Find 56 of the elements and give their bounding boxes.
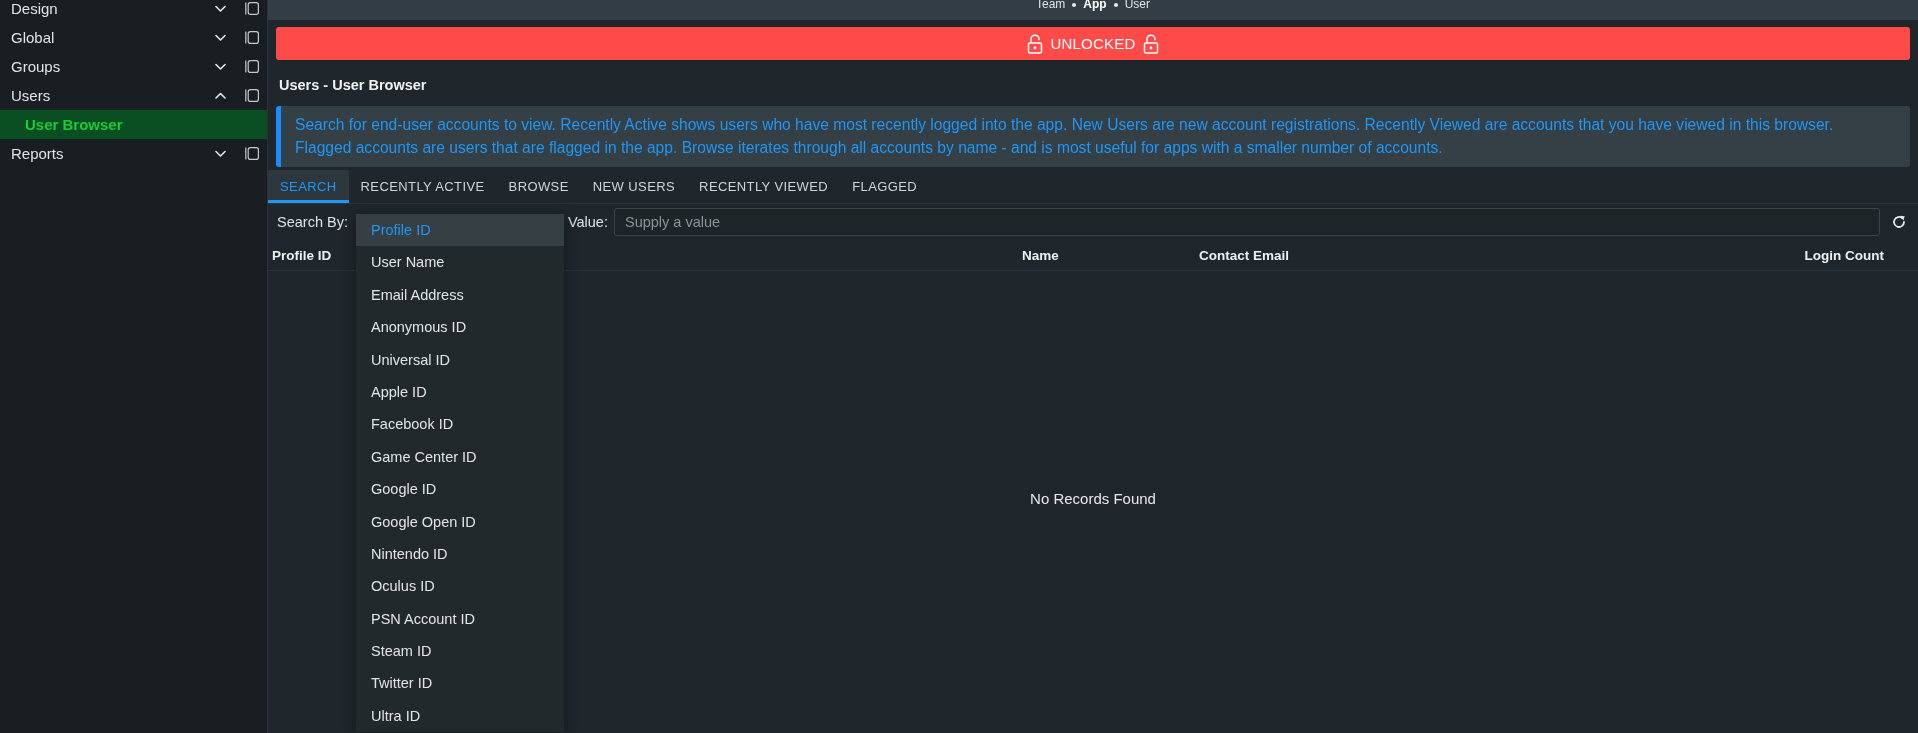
panel-icon[interactable]: [245, 31, 259, 44]
column-header: Profile ID: [272, 247, 332, 263]
chevron-down-icon[interactable]: [215, 62, 226, 71]
chevron-down-icon[interactable]: [215, 149, 226, 158]
panel-icon[interactable]: [245, 89, 259, 102]
padlock-open-icon: [1026, 33, 1043, 54]
search-by-label: Search By:: [277, 214, 348, 230]
dropdown-option[interactable]: Steam ID: [356, 635, 564, 668]
bullet-icon: [1113, 2, 1118, 7]
panel-icon[interactable]: [245, 2, 259, 15]
panel-icon[interactable]: [245, 147, 259, 160]
sidebar-item[interactable]: Global: [0, 23, 267, 52]
value-input-field[interactable]: Supply a value: [613, 208, 1880, 236]
empty-message: No Records Found: [1030, 489, 1156, 507]
tab[interactable]: SEARCH: [268, 170, 349, 203]
breadcrumb-link[interactable]: App: [1083, 0, 1107, 11]
dropdown-option[interactable]: Anonymous ID: [356, 311, 564, 344]
sidebar-item[interactable]: Reports: [0, 139, 267, 168]
padlock-open-icon: [1143, 33, 1160, 54]
sidebar-item[interactable]: User Browser: [0, 110, 267, 139]
dropdown-option[interactable]: Profile ID: [356, 214, 564, 247]
panel-icon[interactable]: [245, 60, 259, 73]
tab[interactable]: RECENTLY ACTIVE: [348, 170, 497, 203]
tab[interactable]: BROWSE: [496, 170, 581, 203]
value-label: Value:: [567, 214, 608, 230]
tab[interactable]: NEW USERS: [580, 170, 688, 203]
dropdown-option[interactable]: Facebook ID: [356, 408, 564, 441]
dropdown-option[interactable]: Google ID: [356, 473, 564, 506]
column-header: Login Count: [1804, 247, 1884, 263]
info-message: Search for end-user accounts to view. Recently Active shows users who have most recently logged into the app. New Users are new account registrations. Recently Viewed are accounts that you have viewed in this browser. Flagged accounts are users that are flagged in the app. Browse iterates through all accounts by name - and is most useful for apps with a smaller number of accounts.: [276, 106, 1910, 167]
sidebar-item[interactable]: Users: [0, 81, 267, 110]
dropdown-option[interactable]: User Name: [356, 246, 564, 279]
dropdown-option[interactable]: Email Address: [356, 278, 564, 312]
chevron-down-icon[interactable]: [215, 4, 226, 13]
column-header: Name: [1022, 247, 1059, 263]
breadcrumb-link[interactable]: User: [1124, 0, 1150, 11]
dropdown-option[interactable]: Nintendo ID: [356, 537, 564, 571]
column-header: Contact Email: [1199, 247, 1290, 263]
dropdown-option[interactable]: Apple ID: [356, 375, 564, 409]
dropdown-option[interactable]: Game Center ID: [356, 440, 564, 474]
chevron-up-icon[interactable]: [215, 91, 226, 100]
breadcrumb-link[interactable]: Team: [1036, 0, 1066, 11]
dropdown-option[interactable]: Universal ID: [356, 343, 564, 376]
dropdown-option[interactable]: Google Open ID: [356, 505, 564, 538]
refresh-icon[interactable]: [1892, 215, 1906, 229]
chevron-down-icon[interactable]: [215, 33, 226, 42]
tab[interactable]: RECENTLY VIEWED: [687, 170, 841, 203]
dropdown-option[interactable]: PSN Account ID: [356, 602, 564, 636]
sidebar-item[interactable]: Groups: [0, 52, 267, 81]
dropdown-option[interactable]: Oculus ID: [356, 570, 564, 603]
bullet-icon: [1072, 2, 1077, 7]
page-title: Users - User Browser: [279, 76, 428, 95]
dropdown-option[interactable]: Twitter ID: [356, 667, 564, 700]
tab[interactable]: FLAGGED: [840, 170, 930, 203]
sidebar-item[interactable]: Design: [0, 0, 267, 23]
dropdown-option[interactable]: Ultra ID: [356, 699, 564, 733]
